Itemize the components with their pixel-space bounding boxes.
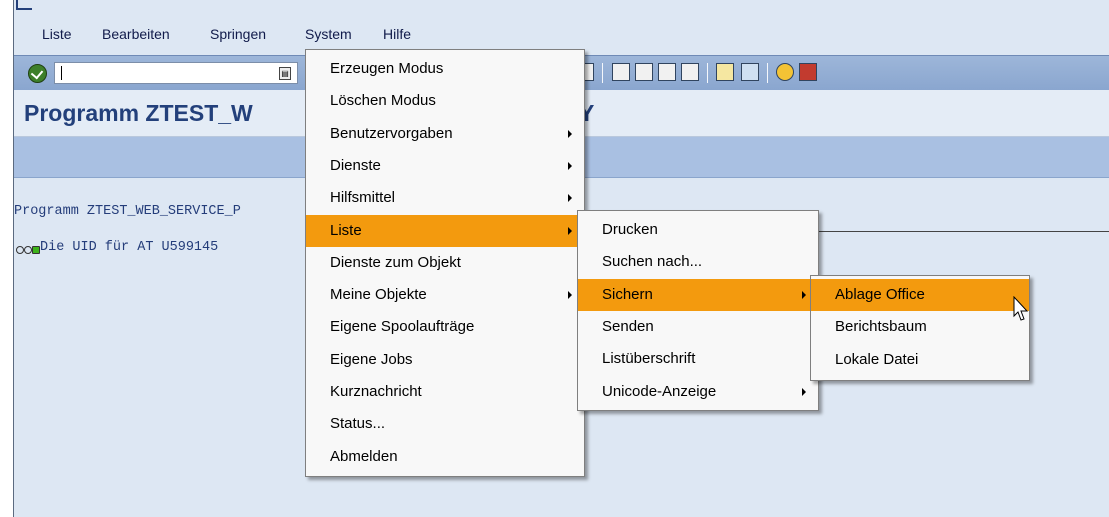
menu-item-label: Drucken <box>602 221 658 238</box>
menu-item-eigene-spoolaufträge[interactable]: Eigene Spoolaufträge <box>306 311 584 343</box>
menu-item-label: Eigene Spoolaufträge <box>330 318 475 336</box>
menu-item-dienste-zum-objekt[interactable]: Dienste zum Objekt <box>306 247 584 279</box>
list-line: Die UID für AT U599145 <box>40 240 219 255</box>
command-field[interactable]: ▤ <box>54 62 298 84</box>
menu-item-label: Berichtsbaum <box>835 318 927 336</box>
mouse-cursor-icon <box>1013 296 1029 321</box>
menu-item-lokale-datei[interactable]: Lokale Datei <box>811 344 1029 376</box>
menu-item-label: Benutzervorgaben <box>330 124 453 142</box>
menu-item-label: Sichern <box>602 285 653 303</box>
menu-item-listüberschrift[interactable]: Listüberschrift <box>578 343 818 375</box>
menu-item-label: Liste <box>330 221 362 239</box>
menu-item-sichern[interactable]: Sichern <box>578 278 818 311</box>
new-session-icon[interactable] <box>716 63 734 81</box>
menu-item-label: Löschen Modus <box>330 92 436 110</box>
menu-item-label: Listüberschrift <box>602 350 696 368</box>
menu-item-erzeugen-modus[interactable]: Erzeugen Modus <box>306 53 584 85</box>
submenu-arrow-icon <box>568 161 572 170</box>
system-menu: Erzeugen Modus Löschen Modus Benutzervorga… <box>305 49 585 477</box>
toolbar-separator <box>602 63 603 83</box>
submenu-arrow-icon <box>568 226 572 235</box>
last-page-icon[interactable] <box>681 63 699 81</box>
menu-item-label: Erzeugen Modus <box>330 60 444 77</box>
enter-icon[interactable] <box>28 64 47 83</box>
menu-item-berichtsbaum[interactable]: Berichtsbaum <box>811 311 1029 343</box>
submenu-arrow-icon <box>568 194 572 203</box>
menu-item-hilfsmittel[interactable]: Hilfsmittel <box>306 182 584 214</box>
menu-system[interactable]: System <box>305 26 352 42</box>
prev-page-icon[interactable] <box>635 63 653 81</box>
sichern-submenu: Ablage Office Berichtsbaum Lokale Datei <box>810 275 1030 381</box>
menu-item-label: Status... <box>330 415 386 433</box>
menu-item-label: Dienste zum Objekt <box>330 253 461 271</box>
menu-item-senden[interactable]: Senden <box>578 311 818 343</box>
layout-icon[interactable] <box>799 63 817 81</box>
toolbar-separator <box>707 63 708 83</box>
menu-item-drucken[interactable]: Drucken <box>578 214 818 246</box>
submenu-arrow-icon <box>802 290 806 299</box>
text-caret <box>61 66 62 80</box>
menu-item-label: Meine Objekte <box>330 286 427 304</box>
page-title: Programm ZTEST_W <box>24 100 253 126</box>
menu-item-label: Senden <box>602 317 654 335</box>
submenu-arrow-icon <box>802 387 806 396</box>
menu-item-label: Lokale Datei <box>835 350 919 368</box>
menu-item-eigene-jobs[interactable]: Eigene Jobs <box>306 344 584 376</box>
print-icon[interactable] <box>584 63 594 81</box>
menu-item-label: Dienste <box>330 156 381 174</box>
first-page-icon[interactable] <box>612 63 630 81</box>
menu-item-label: Ablage Office <box>835 286 925 303</box>
menu-item-ablage-office[interactable]: Ablage Office <box>811 279 1029 311</box>
submenu-arrow-icon <box>568 291 572 300</box>
menu-item-label: Suchen nach... <box>602 253 703 271</box>
help-icon[interactable] <box>776 63 794 81</box>
menu-springen[interactable]: Springen <box>210 26 266 42</box>
menu-item-löschen-modus[interactable]: Löschen Modus <box>306 85 584 117</box>
window-menu-icon[interactable] <box>16 0 32 10</box>
menu-item-label: Hilfsmittel <box>330 189 396 207</box>
menu-item-label: Unicode-Anzeige <box>602 382 717 400</box>
led-green-on <box>32 246 40 254</box>
menu-item-abmelden[interactable]: Abmelden <box>306 441 584 473</box>
liste-submenu: Drucken Suchen nach... Sichern Senden Listüb… <box>577 210 819 411</box>
menu-bearbeiten[interactable]: Bearbeiten <box>102 26 170 42</box>
menu-item-label: Eigene Jobs <box>330 350 413 368</box>
menu-item-benutzervorgaben[interactable]: Benutzervorgaben <box>306 118 584 150</box>
menu-liste[interactable]: Liste <box>42 26 72 42</box>
next-page-icon[interactable] <box>658 63 676 81</box>
menu-item-suchen-nach[interactable]: Suchen nach... <box>578 246 818 278</box>
menu-item-status[interactable]: Status... <box>306 408 584 440</box>
menu-item-meine-objekte[interactable]: Meine Objekte <box>306 279 584 311</box>
menu-item-unicode-anzeige[interactable]: Unicode-Anzeige <box>578 376 818 408</box>
menu-item-label: Kurznachricht <box>330 383 422 400</box>
command-field-dropdown-icon[interactable]: ▤ <box>279 67 291 80</box>
toolbar-separator <box>767 63 768 83</box>
menu-item-kurznachricht[interactable]: Kurznachricht <box>306 376 584 408</box>
shortcut-icon[interactable] <box>741 63 759 81</box>
led-yellow-off <box>24 246 32 254</box>
list-header: Programm ZTEST_WEB_SERVICE_P <box>14 204 241 219</box>
submenu-arrow-icon <box>568 129 572 138</box>
menu-item-liste[interactable]: Liste <box>306 214 584 247</box>
menu-hilfe[interactable]: Hilfe <box>383 26 411 42</box>
menu-item-label: Abmelden <box>330 447 398 465</box>
menu-bar: Liste Bearbeiten Springen System Hilfe <box>14 20 1109 47</box>
led-red-off <box>16 246 24 254</box>
menu-item-dienste[interactable]: Dienste <box>306 150 584 182</box>
